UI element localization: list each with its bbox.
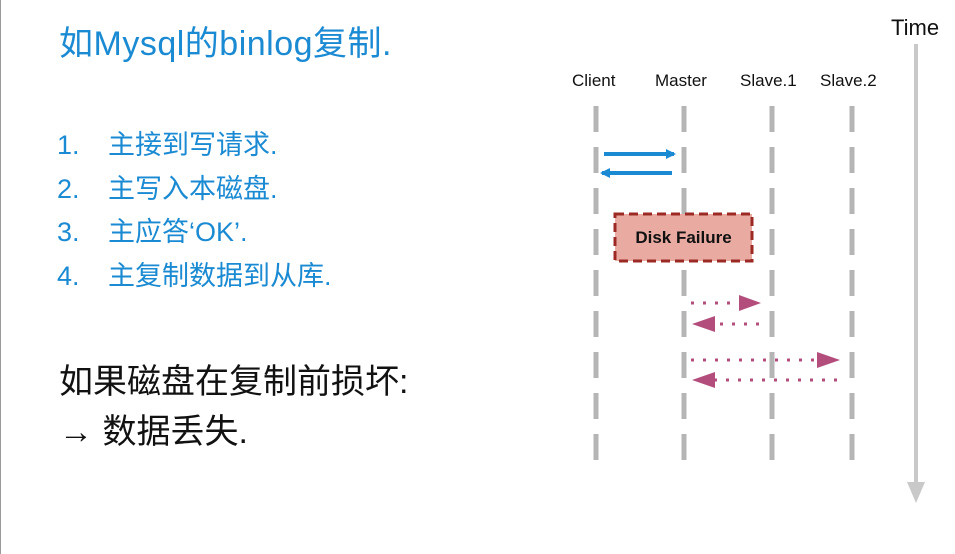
replicate-to-slave-1-arrowhead: [739, 295, 761, 311]
replicate-to-slave-2-arrowhead: [817, 352, 840, 368]
sequence-diagram: [593, 44, 925, 503]
disk-failure-label: Disk Failure: [635, 228, 732, 247]
slide: 如Mysql的binlog复制. 1. 主接到写请求. 2. 主写入本磁盘. 3. 主…: [0, 0, 955, 554]
ack-from-slave-1-arrowhead: [692, 316, 715, 332]
ack-from-slave-2-arrowhead: [692, 372, 715, 388]
time-axis-arrowhead: [907, 482, 925, 503]
